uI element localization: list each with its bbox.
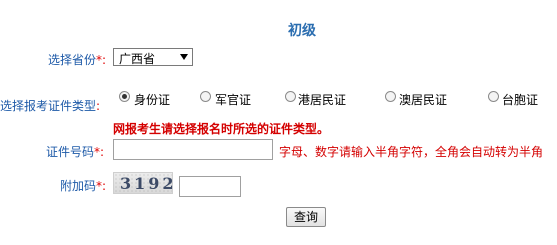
- radio-macau-resident[interactable]: [385, 91, 396, 102]
- id-number-hint: 字母、数字请输入半角字符，全角会自动转为半角: [279, 145, 544, 159]
- captcha-image-text: 3192: [120, 174, 177, 193]
- required-mark: :: [96, 99, 101, 113]
- id-type-label: 选择报考证件类型:: [0, 97, 100, 114]
- radio-label-macau-resident: 澳居民证: [399, 93, 448, 107]
- province-select[interactable]: 广西省: [113, 48, 193, 66]
- radio-label-hk-resident: 港居民证: [298, 93, 347, 107]
- province-label-text: 选择省份: [48, 53, 97, 67]
- id-type-label-text: 选择报考证件类型: [0, 99, 97, 113]
- captcha-image[interactable]: 3192: [113, 172, 174, 194]
- province-label: 选择省份*:: [48, 51, 106, 68]
- id-number-label-text: 证件号码: [46, 145, 95, 159]
- radio-label-id-card: 身份证: [134, 93, 171, 107]
- province-select-value: 广西省: [119, 52, 156, 66]
- captcha-input[interactable]: [179, 176, 241, 197]
- captcha-label-text: 附加码: [60, 179, 97, 193]
- radio-taiwan-pass[interactable]: [488, 91, 499, 102]
- page-title: 初级: [288, 23, 316, 39]
- radio-label-officer-card: 军官证: [215, 93, 252, 107]
- radio-hk-resident[interactable]: [285, 91, 296, 102]
- radio-officer-card[interactable]: [200, 91, 211, 102]
- id-type-notice: 网报考生请选择报名时所选的证件类型。: [113, 122, 330, 136]
- required-mark: *:: [96, 53, 107, 67]
- id-number-label: 证件号码*:: [46, 143, 104, 160]
- id-number-input[interactable]: [113, 139, 273, 160]
- radio-label-taiwan-pass: 台胞证: [502, 93, 539, 107]
- required-mark: *:: [94, 145, 105, 159]
- dropdown-arrow-icon: [180, 54, 188, 60]
- captcha-label: 附加码*:: [60, 177, 106, 194]
- required-mark: *:: [96, 179, 107, 193]
- query-button[interactable]: 查询: [286, 207, 326, 227]
- radio-id-card[interactable]: [119, 91, 130, 102]
